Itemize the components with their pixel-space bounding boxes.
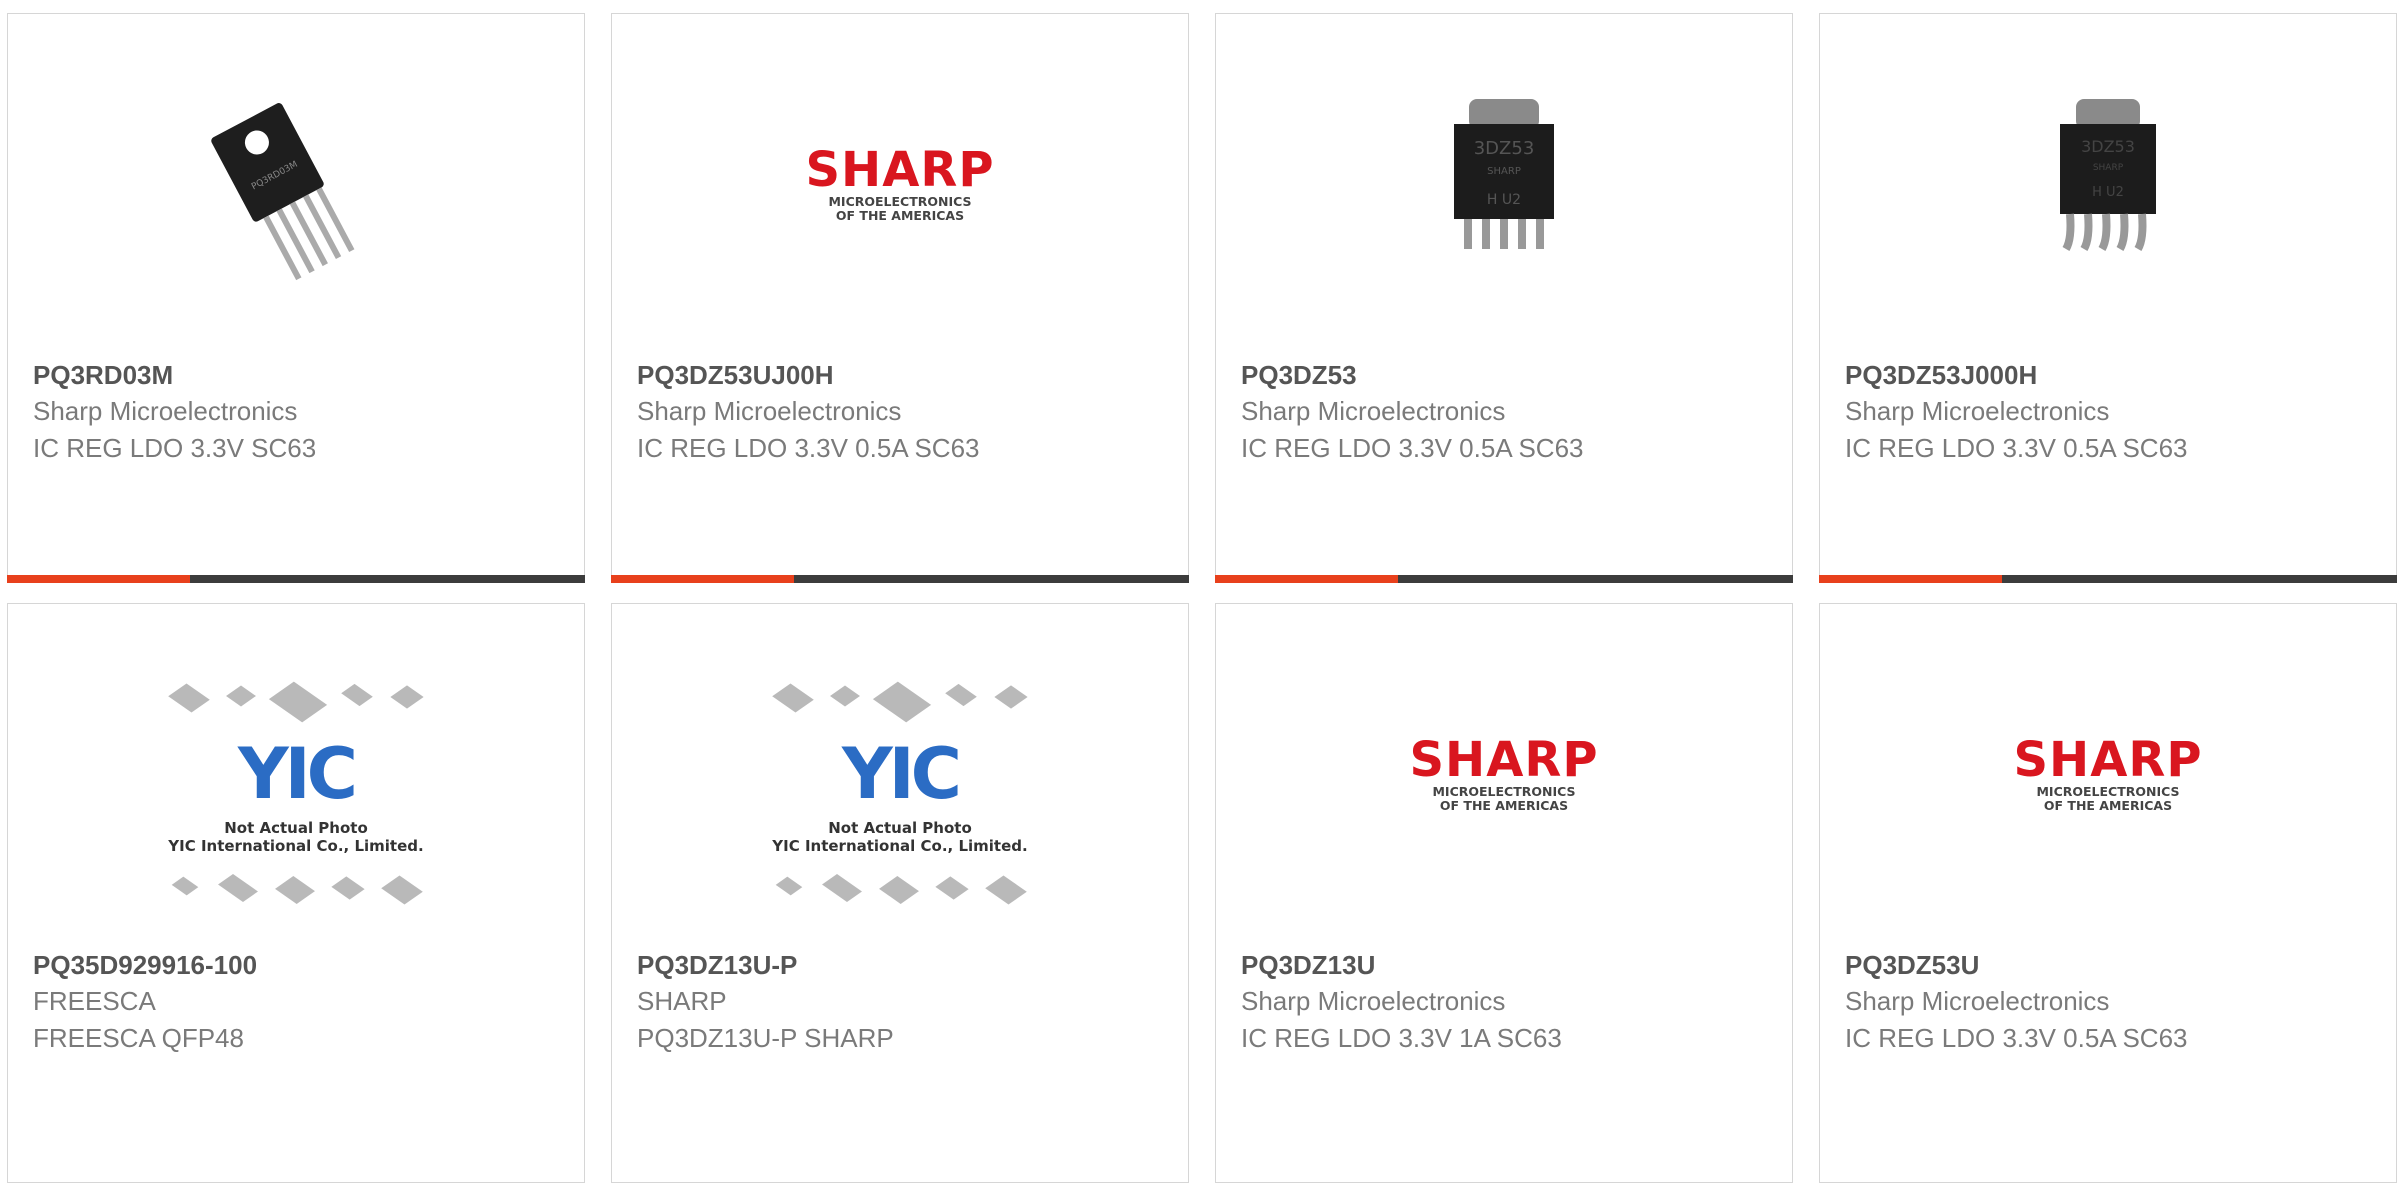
manufacturer: Sharp Microelectronics (1241, 986, 1506, 1016)
product-image[interactable]: YIC Not Actual Photo YIC International Co… (612, 681, 1188, 914)
product-image[interactable]: PQ3RD03M (8, 84, 584, 284)
product-card[interactable]: SHARP MICROELECTRONICS OF THE AMERICAS P… (1215, 603, 1793, 1183)
sharp-logo-line2: OF THE AMERICAS (2043, 798, 2173, 813)
sharp-logo: SHARP MICROELECTRONICS OF THE AMERICAS (1409, 735, 1598, 813)
manufacturer: Sharp Microelectronics (1845, 396, 2110, 426)
part-number-link[interactable]: PQ3DZ13U-P (637, 947, 1168, 983)
product-image[interactable]: 3DZ53 SHARP H U2 (1820, 84, 2396, 284)
part-number-link[interactable]: PQ3DZ53 (1241, 357, 1772, 393)
not-actual-photo-placeholder: YIC Not Actual Photo YIC International Co… (765, 679, 1035, 919)
card-bottom-bar (7, 575, 585, 583)
card-accent (611, 575, 794, 583)
chip-marking-line3: H U2 (1487, 192, 1521, 208)
not-actual-photo-placeholder: YIC Not Actual Photo YIC International Co… (161, 679, 431, 919)
chip-marking-line1: 3DZ53 (1474, 138, 1535, 159)
yic-logo-icon: YIC (237, 733, 358, 815)
chip-marking-line2: SHARP (1487, 166, 1521, 177)
description: IC REG LDO 3.3V 0.5A SC63 (1241, 433, 1584, 463)
chip-marking-line3: H U2 (2092, 185, 2124, 200)
yic-logo-icon: YIC (841, 733, 962, 815)
placeholder-line2: YIC International Co., Limited. (772, 837, 1028, 855)
part-number-link[interactable]: PQ3RD03M (33, 357, 564, 393)
chip-marking-line2: SHARP (2093, 163, 2124, 173)
manufacturer: Sharp Microelectronics (1241, 396, 1506, 426)
product-card[interactable]: YIC Not Actual Photo YIC International Co… (7, 603, 585, 1183)
product-card[interactable]: YIC Not Actual Photo YIC International Co… (611, 603, 1189, 1183)
product-card[interactable]: 3DZ53 SHARP H U2 PQ3DZ53J000H Sharp Micr… (1819, 13, 2397, 583)
sharp-logo-line1: MICROELECTRONICS (1432, 784, 1576, 799)
manufacturer: SHARP (637, 986, 727, 1016)
sharp-logo-line2: OF THE AMERICAS (835, 208, 965, 223)
placeholder-line1: Not Actual Photo (224, 819, 368, 837)
product-image[interactable]: SHARP MICROELECTRONICS OF THE AMERICAS (1216, 674, 1792, 874)
sharp-logo: SHARP MICROELECTRONICS OF THE AMERICAS (805, 145, 994, 223)
manufacturer: Sharp Microelectronics (33, 396, 298, 426)
description: IC REG LDO 3.3V 0.5A SC63 (637, 433, 980, 463)
product-card[interactable]: PQ3RD03M PQ3RD03M Sharp Microelectronics… (7, 13, 585, 583)
description: IC REG LDO 3.3V 0.5A SC63 (1845, 1023, 2188, 1053)
sharp-logo: SHARP MICROELECTRONICS OF THE AMERICAS (2013, 735, 2202, 813)
product-card[interactable]: SHARP MICROELECTRONICS OF THE AMERICAS P… (1819, 603, 2397, 1183)
sharp-logo-line2: OF THE AMERICAS (1439, 798, 1569, 813)
part-number-link[interactable]: PQ3DZ53UJ00H (637, 357, 1168, 393)
product-image[interactable]: SHARP MICROELECTRONICS OF THE AMERICAS (1820, 674, 2396, 874)
sharp-logo-line1: MICROELECTRONICS (2036, 784, 2180, 799)
product-card[interactable]: SHARP MICROELECTRONICS OF THE AMERICAS P… (611, 13, 1189, 583)
card-bottom-bar (1819, 575, 2397, 583)
chip-marking-line1: 3DZ53 (2081, 137, 2135, 156)
product-card[interactable]: 3DZ53 SHARP H U2 PQ3DZ53 Sharp Microelec… (1215, 13, 1793, 583)
part-number-link[interactable]: PQ3DZ13U (1241, 947, 1772, 983)
part-number-link[interactable]: PQ35D929916-100 (33, 947, 564, 983)
description: IC REG LDO 3.3V 0.5A SC63 (1845, 433, 2188, 463)
part-number-link[interactable]: PQ3DZ53U (1845, 947, 2376, 983)
manufacturer: Sharp Microelectronics (637, 396, 902, 426)
product-image[interactable]: YIC Not Actual Photo YIC International Co… (8, 681, 584, 914)
card-accent (1215, 575, 1398, 583)
description: IC REG LDO 3.3V 1A SC63 (1241, 1023, 1562, 1053)
manufacturer: FREESCA (33, 986, 156, 1016)
part-number-link[interactable]: PQ3DZ53J000H (1845, 357, 2376, 393)
card-bottom-bar (1215, 575, 1793, 583)
sharp-logo-word: SHARP (2013, 732, 2203, 788)
placeholder-line1: Not Actual Photo (828, 819, 972, 837)
sharp-logo-word: SHARP (805, 142, 995, 198)
description: PQ3DZ13U-P SHARP (637, 1023, 894, 1053)
product-image[interactable]: 3DZ53 SHARP H U2 (1216, 84, 1792, 284)
sharp-logo-word: SHARP (1409, 732, 1599, 788)
sharp-logo-line1: MICROELECTRONICS (828, 194, 972, 209)
description: FREESCA QFP48 (33, 1023, 244, 1053)
product-image[interactable]: SHARP MICROELECTRONICS OF THE AMERICAS (612, 84, 1188, 284)
card-bottom-bar (611, 575, 1189, 583)
card-accent (7, 575, 190, 583)
placeholder-line2: YIC International Co., Limited. (168, 837, 424, 855)
card-accent (1819, 575, 2002, 583)
manufacturer: Sharp Microelectronics (1845, 986, 2110, 1016)
description: IC REG LDO 3.3V SC63 (33, 433, 317, 463)
